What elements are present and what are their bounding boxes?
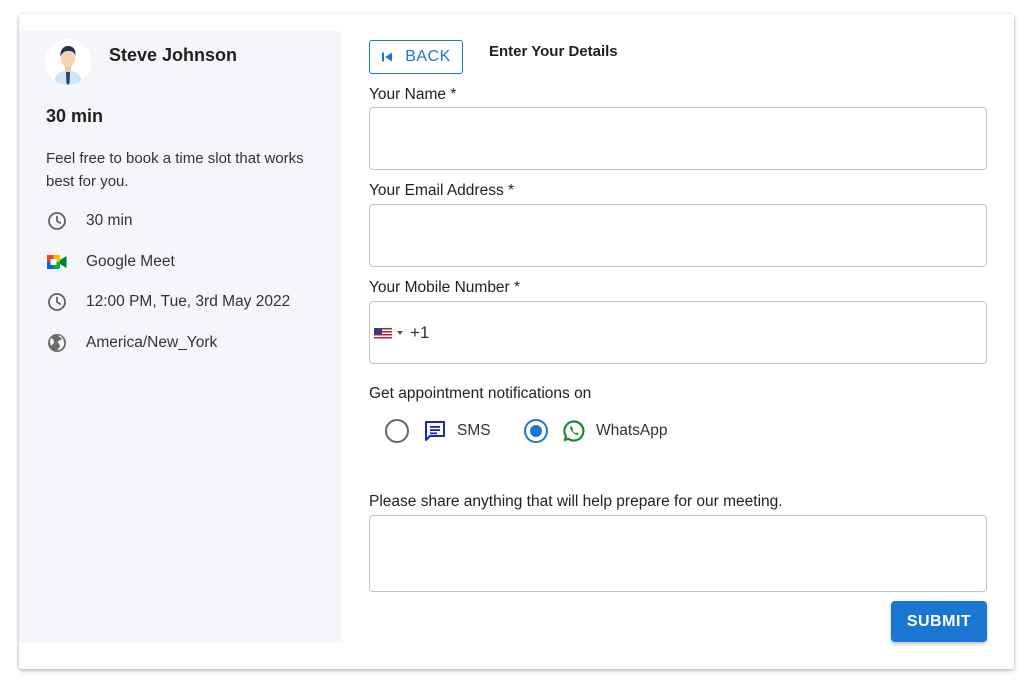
clock-icon <box>46 291 68 313</box>
duration-row: 30 min <box>46 209 133 233</box>
back-button[interactable]: BACK <box>369 40 463 74</box>
booking-card: Steve Johnson 30 min Feel free to book a… <box>19 14 1014 669</box>
notify-option-sms[interactable]: SMS <box>385 416 491 446</box>
host-avatar <box>45 39 91 85</box>
location-row: Google Meet <box>46 250 175 274</box>
country-dial-code: +1 <box>410 322 430 342</box>
notes-label: Please share anything that will help pre… <box>369 493 783 510</box>
event-description: Feel free to book a time slot that works… <box>46 150 304 190</box>
whatsapp-icon <box>562 419 586 443</box>
email-label: Your Email Address * <box>369 182 515 199</box>
event-info-panel: Steve Johnson 30 min Feel free to book a… <box>19 31 342 642</box>
back-label: BACK <box>405 48 451 65</box>
name-input[interactable] <box>369 107 987 170</box>
skip-previous-icon <box>381 51 393 63</box>
mobile-input[interactable]: +1 <box>369 301 987 364</box>
google-meet-icon <box>46 251 68 273</box>
us-flag-icon[interactable] <box>374 327 392 340</box>
submit-button[interactable]: SUBMIT <box>891 601 987 642</box>
whatsapp-label: WhatsApp <box>596 422 668 439</box>
clock-icon <box>46 210 68 232</box>
email-input[interactable] <box>369 204 987 267</box>
duration-text: 30 min <box>86 212 133 229</box>
country-dropdown-caret-icon[interactable] <box>397 330 403 335</box>
datetime-text: 12:00 PM, Tue, 3rd May 2022 <box>86 293 291 310</box>
notify-option-whatsapp[interactable]: WhatsApp <box>524 416 668 446</box>
notes-textarea[interactable] <box>369 515 987 592</box>
mobile-label: Your Mobile Number * <box>369 279 521 296</box>
notification-label: Get appointment notifications on <box>369 385 592 402</box>
sms-label: SMS <box>457 422 491 439</box>
details-form: BACK Enter Your Details Your Name * Your… <box>369 14 989 669</box>
host-name: Steve Johnson <box>109 45 238 65</box>
event-title: 30 min <box>46 106 104 126</box>
sms-icon <box>423 419 447 443</box>
sms-radio[interactable] <box>385 419 409 443</box>
timezone-row: America/New_York <box>46 331 217 355</box>
location-text: Google Meet <box>86 253 175 270</box>
form-title: Enter Your Details <box>489 43 618 60</box>
globe-icon <box>46 332 68 354</box>
datetime-row: 12:00 PM, Tue, 3rd May 2022 <box>46 290 290 314</box>
whatsapp-radio[interactable] <box>524 419 548 443</box>
name-label: Your Name * <box>369 86 457 103</box>
timezone-text[interactable]: America/New_York <box>86 334 217 352</box>
